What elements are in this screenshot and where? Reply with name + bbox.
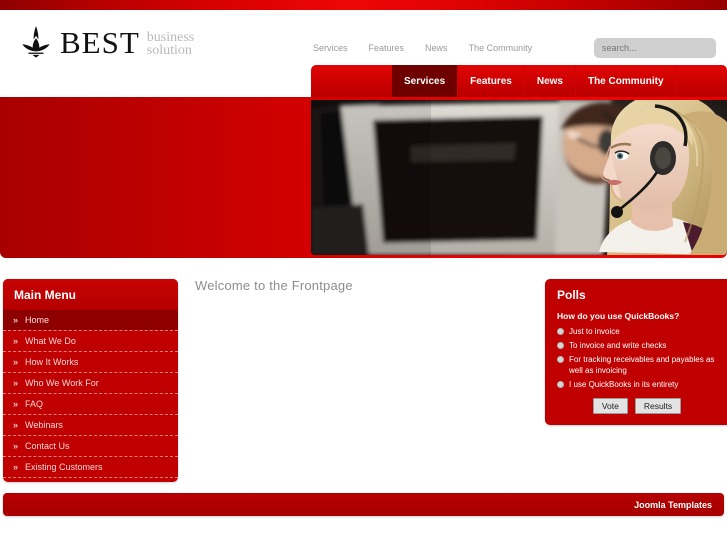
list-item[interactable]: » Contact Us [3,436,178,457]
list-item[interactable]: » Home [3,310,178,331]
radio-icon[interactable] [557,381,564,388]
poll-option-label: To invoice and write checks [569,341,667,350]
main-content: Welcome to the Frontpage [195,278,525,293]
sidebar-item-home[interactable]: » Home [3,310,178,330]
poll-option-invoice-and-write-checks[interactable]: To invoice and write checks [557,340,717,351]
brand-tagline: business solution [146,31,194,58]
chevron-right-icon: » [13,441,19,451]
poll-option-tracking-receivables[interactable]: For tracking receivables and payables as… [557,354,717,376]
brand-name: BEST [60,25,140,60]
sidebar-item-label: FAQ [25,399,44,409]
sidebar-item-label: How It Works [25,357,79,367]
menu-item-news[interactable]: News [525,65,576,98]
primary-menu-bar: Services Features News The Community [311,65,727,98]
list-item[interactable]: » How It Works [3,352,178,373]
list-item[interactable]: » FAQ [3,394,178,415]
list-item[interactable]: » Existing Customers [3,457,178,478]
sidebar-menu-list: » Home » What We Do » How It Works » Who We … [3,310,178,478]
sidebar-item-existing-customers[interactable]: » Existing Customers [3,457,178,477]
page-root: BEST business solution Services Features… [0,0,727,545]
topnav-item-features[interactable]: Features [369,43,405,53]
results-button[interactable]: Results [634,398,682,414]
sidebar-item-contact-us[interactable]: » Contact Us [3,436,178,456]
radio-icon[interactable] [557,342,564,349]
brand-tagline-line2: solution [146,43,192,58]
site-logo[interactable]: BEST business solution [16,24,194,58]
poll-question: How do you use QuickBooks? [557,311,680,321]
poll-option-label: Just to invoice [569,327,620,336]
list-item[interactable]: » Webinars [3,415,178,436]
chevron-right-icon: » [13,399,19,409]
radio-icon[interactable] [557,328,564,335]
list-item[interactable]: » What We Do [3,331,178,352]
menu-bar-spacer [311,65,392,98]
radio-icon[interactable] [557,356,564,363]
sidebar: Main Menu » Home » What We Do » How It Work… [3,279,178,482]
chevron-right-icon: » [13,462,19,472]
chevron-right-icon: » [13,420,19,430]
site-footer: Joomla Templates [3,493,724,516]
chevron-right-icon: » [13,378,19,388]
poll-option-entirety[interactable]: I use QuickBooks in its entirety [557,379,717,390]
topnav-item-services[interactable]: Services [313,43,348,53]
polls-title: Polls [557,288,586,302]
site-header: BEST business solution Services Features… [0,10,727,62]
chevron-right-icon: » [13,336,19,346]
search-input[interactable] [594,38,716,58]
menu-item-services[interactable]: Services [392,65,459,98]
sidebar-item-label: What We Do [25,336,76,346]
chevron-right-icon: » [13,315,19,325]
sidebar-item-faq[interactable]: » FAQ [3,394,178,414]
sidebar-item-how-it-works[interactable]: » How It Works [3,352,178,372]
sidebar-item-label: Webinars [25,420,63,430]
hero-photo [311,100,727,255]
sidebar-item-who-we-work-for[interactable]: » Who We Work For [3,373,178,393]
topnav-item-news[interactable]: News [425,43,448,53]
sidebar-item-label: Contact Us [25,441,70,451]
sidebar-item-label: Who We Work For [25,378,99,388]
menu-item-features[interactable]: Features [458,65,525,98]
top-accent-strip [0,0,727,10]
menu-item-the-community[interactable]: The Community [576,65,677,98]
poll-option-just-to-invoice[interactable]: Just to invoice [557,326,717,337]
top-navigation: Services Features News The Community [313,43,532,53]
sidebar-item-what-we-do[interactable]: » What We Do [3,331,178,351]
page-title: Welcome to the Frontpage [195,278,353,293]
vote-button[interactable]: Vote [592,398,628,414]
poll-actions: Vote Results [557,398,717,414]
sidebar-item-label: Existing Customers [25,462,103,472]
sidebar-title: Main Menu [3,279,178,310]
list-item[interactable]: » Who We Work For [3,373,178,394]
lotus-emblem-icon [22,26,50,58]
topnav-item-the-community[interactable]: The Community [469,43,533,53]
sidebar-item-webinars[interactable]: » Webinars [3,415,178,435]
poll-option-label: I use QuickBooks in its entirety [569,380,679,389]
sidebar-item-label: Home [25,315,50,325]
poll-option-label: For tracking receivables and payables as… [569,355,715,375]
polls-module: Polls How do you use QuickBooks? Just to… [545,279,727,425]
call-center-agent-photo [311,100,727,255]
chevron-right-icon: » [13,357,19,367]
footer-link-joomla-templates[interactable]: Joomla Templates [634,500,712,510]
